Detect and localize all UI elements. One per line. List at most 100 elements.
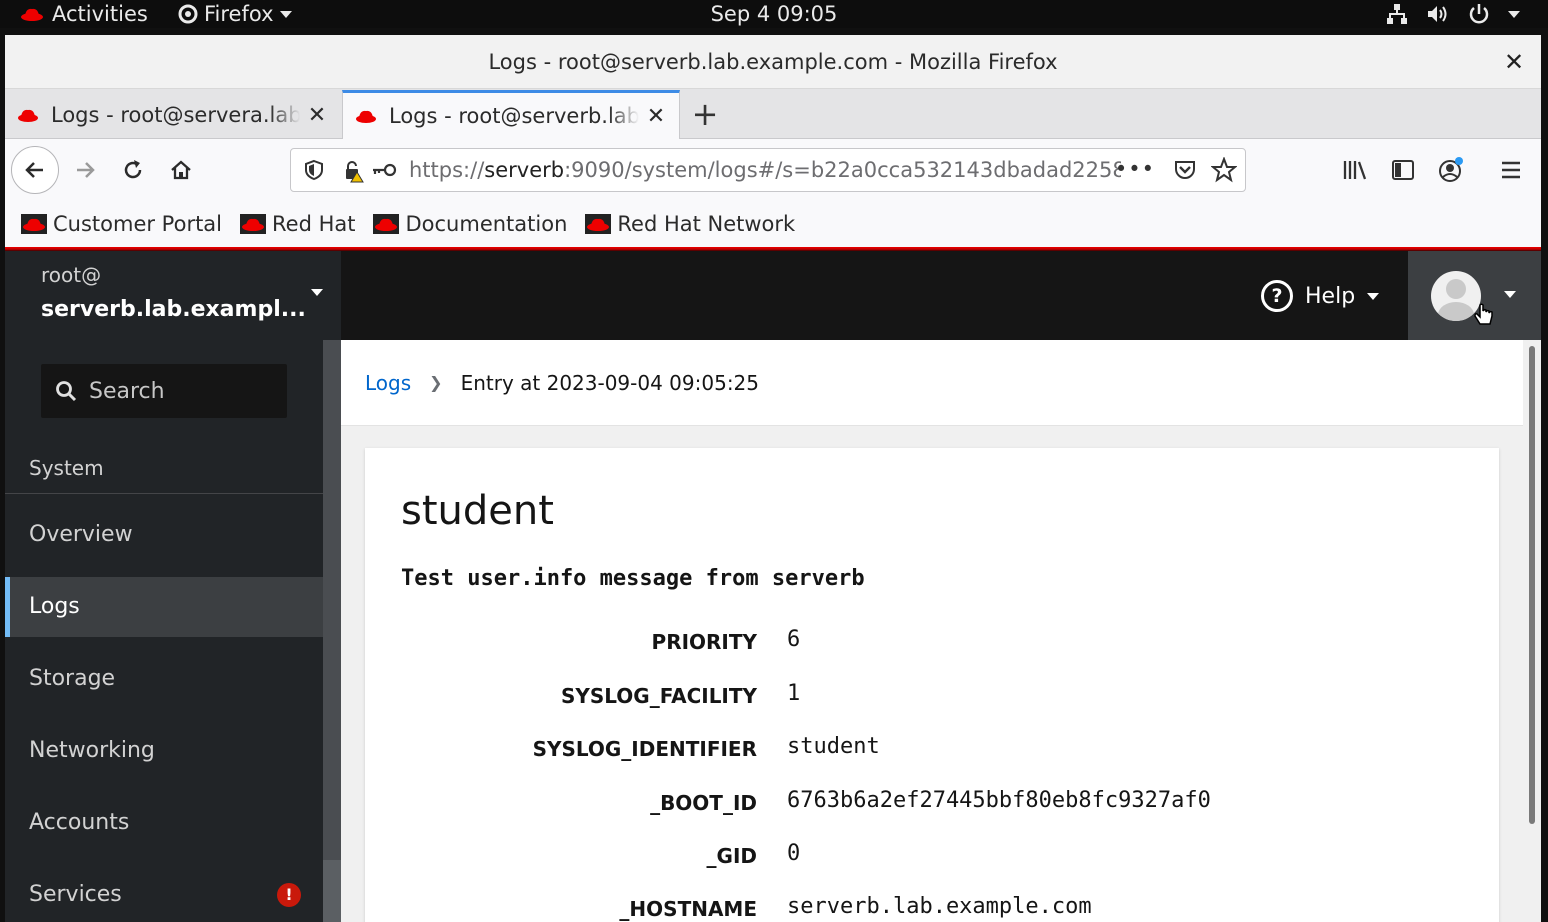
masthead: ? Help	[341, 251, 1541, 340]
field-value: serverb.lab.example.com	[787, 894, 1092, 919]
sidebar-item-storage[interactable]: Storage	[5, 649, 323, 709]
sidebar-item-overview[interactable]: Overview	[5, 505, 323, 565]
reload-button[interactable]	[111, 148, 155, 192]
help-menu-button[interactable]: ? Help	[1261, 277, 1380, 315]
bookmark-red-hat[interactable]: Red Hat	[240, 212, 355, 236]
sidebar-item-networking[interactable]: Networking	[5, 721, 323, 781]
sidebar-item-services[interactable]: Services !	[5, 865, 323, 922]
new-tab-button[interactable]: +	[688, 89, 722, 139]
breadcrumb-logs-link[interactable]: Logs	[365, 371, 411, 395]
close-window-button[interactable]: ✕	[1501, 49, 1527, 75]
key-icon[interactable]	[371, 162, 397, 178]
search-icon	[56, 381, 77, 402]
redhat-favicon-icon	[18, 109, 38, 122]
power-icon	[1469, 4, 1489, 24]
help-circle-icon: ?	[1261, 280, 1293, 312]
sidebar-item-logs[interactable]: Logs	[5, 577, 323, 637]
bookmarks-toolbar: Customer Portal Red Hat Documentation Re…	[5, 201, 1541, 247]
field-value: 0	[787, 841, 801, 866]
window-titlebar[interactable]: Logs - root@serverb.lab.example.com - Mo…	[5, 35, 1541, 89]
tab-label: Logs - root@serverb.lab.example.com	[389, 104, 639, 128]
chevron-down-icon	[1367, 292, 1380, 300]
close-tab-icon[interactable]: ✕	[645, 104, 667, 129]
firefox-icon	[178, 4, 198, 24]
app-menu-label: Firefox	[204, 2, 274, 26]
library-button[interactable]	[1333, 148, 1377, 192]
arrow-left-icon	[25, 162, 43, 178]
entry-identifier: student	[401, 488, 554, 534]
url-bar[interactable]: https://serverb:9090/system/logs#/s=b22a…	[290, 148, 1246, 192]
field-key: _GID	[706, 844, 757, 868]
activities-label: Activities	[52, 2, 148, 26]
sidebar-toggle-button[interactable]	[1381, 148, 1425, 192]
bookmark-customer-portal[interactable]: Customer Portal	[21, 212, 222, 236]
sidebar-icon	[1392, 160, 1414, 180]
back-button[interactable]	[11, 146, 59, 194]
redhat-favicon-icon	[21, 214, 47, 234]
field-value: 6763b6a2ef27445bbf80eb8fc9327af0	[787, 788, 1211, 813]
field-row: _HOSTNAME serverb.lab.example.com	[365, 889, 1499, 922]
activities-button[interactable]: Activities	[20, 0, 148, 28]
host-user: root@	[41, 263, 102, 287]
main-scrollbar[interactable]	[1523, 340, 1541, 922]
redhat-favicon-icon	[356, 110, 376, 123]
field-key: SYSLOG_IDENTIFIER	[532, 737, 757, 761]
forward-button[interactable]	[63, 148, 107, 192]
field-key: _HOSTNAME	[619, 897, 757, 921]
pocket-icon[interactable]	[1173, 158, 1197, 182]
sidebar-scrollbar-thumb[interactable]	[323, 340, 341, 860]
breadcrumb-current: Entry at 2023-09-04 09:05:25	[460, 370, 759, 395]
clock[interactable]: Sep 4 09:05	[711, 2, 838, 26]
bookmark-label: Documentation	[405, 212, 568, 236]
field-key: _BOOT_ID	[650, 791, 757, 815]
help-label: Help	[1305, 283, 1356, 309]
app-menu-firefox[interactable]: Firefox	[178, 0, 292, 28]
arrow-right-icon	[77, 162, 95, 178]
cockpit-sidebar: Search System Overview Logs Storage Netw…	[5, 340, 323, 922]
close-tab-icon[interactable]: ✕	[306, 103, 328, 128]
bookmark-label: Red Hat Network	[617, 212, 796, 236]
network-icon	[1387, 4, 1407, 24]
chevron-down-icon	[1508, 10, 1520, 18]
field-value: student	[787, 734, 880, 759]
bookmark-documentation[interactable]: Documentation	[373, 212, 567, 236]
url-text[interactable]: https://serverb:9090/system/logs#/s=b22a…	[409, 149, 1121, 191]
system-tray[interactable]	[1386, 0, 1520, 28]
main-scrollbar-thumb[interactable]	[1529, 346, 1535, 824]
sidebar-item-accounts[interactable]: Accounts	[5, 793, 323, 853]
page-actions-menu-icon[interactable]: •••	[1115, 149, 1155, 189]
field-key: SYSLOG_FACILITY	[560, 684, 757, 708]
sidebar-item-label: Services	[29, 882, 122, 907]
redhat-favicon-icon	[373, 214, 400, 234]
chevron-right-icon: ❯	[429, 373, 443, 392]
field-row: SYSLOG_FACILITY 1	[365, 676, 1499, 716]
library-icon	[1343, 161, 1367, 180]
user-menu-button[interactable]	[1408, 251, 1541, 340]
app-menu-button[interactable]	[1489, 148, 1533, 192]
cockpit-console: root@ serverb.lab.exampl... ? Help Searc…	[5, 251, 1541, 922]
window-title: Logs - root@serverb.lab.example.com - Mo…	[488, 50, 1058, 74]
main-content: Logs ❯ Entry at 2023-09-04 09:05:25 stud…	[341, 340, 1541, 922]
host-switcher[interactable]: root@ serverb.lab.exampl...	[5, 251, 341, 340]
firefox-window: Logs - root@serverb.lab.example.com - Mo…	[5, 35, 1541, 922]
tab-servera-logs[interactable]: Logs - root@servera.lab.example.com ✕	[5, 91, 340, 139]
entry-message: Test user.info message from serverb	[401, 566, 865, 591]
redhat-favicon-icon	[240, 214, 267, 234]
redhat-favicon-icon	[585, 214, 612, 234]
bookmark-red-hat-network[interactable]: Red Hat Network	[585, 212, 795, 236]
bookmark-star-icon[interactable]	[1211, 157, 1237, 183]
log-entry-card: student Test user.info message from serv…	[365, 448, 1499, 922]
field-row: PRIORITY 6	[365, 622, 1499, 662]
bookmark-label: Customer Portal	[53, 212, 223, 236]
insecure-lock-icon[interactable]	[343, 159, 367, 183]
tab-serverb-logs[interactable]: Logs - root@serverb.lab.example.com ✕	[342, 90, 680, 139]
account-button[interactable]	[1429, 148, 1473, 192]
tracking-shield-icon[interactable]	[303, 159, 325, 181]
home-button[interactable]	[159, 148, 203, 192]
field-value: 6	[787, 627, 801, 652]
field-value: 1	[787, 681, 801, 706]
field-row: _GID 0	[365, 836, 1499, 876]
search-input[interactable]: Search	[41, 364, 287, 418]
sidebar-scrollbar[interactable]	[323, 340, 341, 922]
chevron-down-icon	[1504, 291, 1516, 298]
